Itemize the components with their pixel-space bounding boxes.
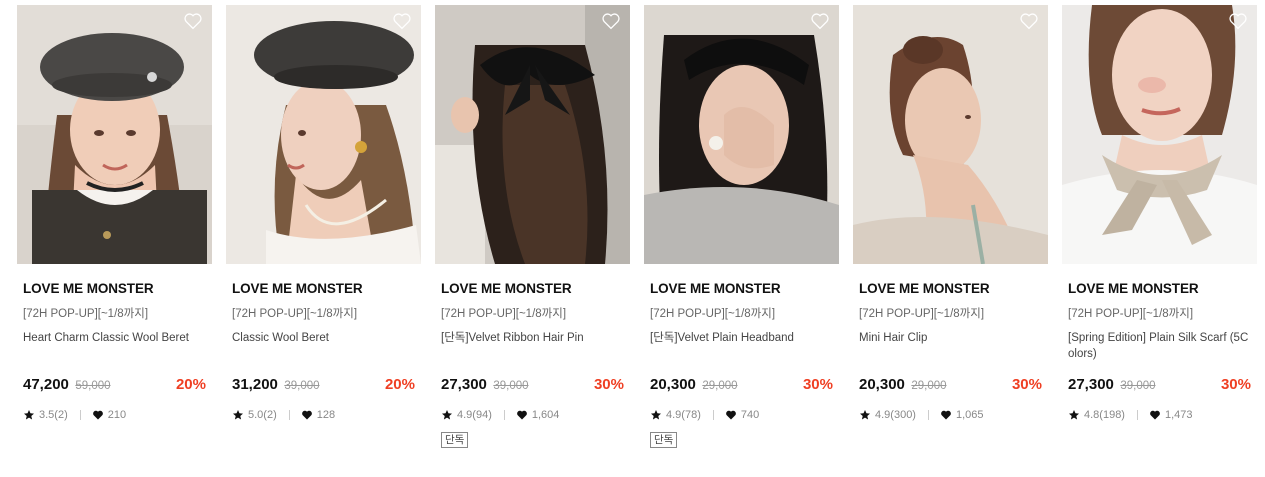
product-card[interactable]: LOVE ME MONSTER [72H POP-UP][~1/8까지] Cla… (226, 5, 421, 477)
discount-rate: 30% (1011, 376, 1042, 393)
review-meta: 4.9(78) 740 (650, 408, 833, 422)
product-image[interactable] (1062, 5, 1257, 264)
product-card[interactable]: LOVE ME MONSTER [72H POP-UP][~1/8까지] [단독… (435, 5, 630, 477)
star-icon (24, 410, 34, 420)
likes-count: 128 (316, 409, 336, 421)
promo-label: [72H POP-UP][~1/8까지] (441, 308, 567, 320)
brand-name[interactable]: LOVE ME MONSTER (650, 281, 833, 297)
promo-label: [72H POP-UP][~1/8까지] (232, 308, 358, 320)
price-row: 20,300 29,000 30% (859, 375, 1042, 395)
original-price: 39,000 (493, 380, 529, 392)
original-price: 29,000 (702, 380, 738, 392)
wishlist-heart-icon[interactable] (1019, 12, 1039, 30)
exclusive-badge: 단독 (650, 432, 678, 448)
star-icon (1069, 410, 1079, 420)
review-meta: 4.9(94) 1,604 (441, 408, 624, 422)
sale-price: 31,200 (232, 376, 278, 393)
brand-name[interactable]: LOVE ME MONSTER (1068, 281, 1251, 297)
discount-rate: 20% (175, 376, 206, 393)
wishlist-heart-icon[interactable] (392, 12, 412, 30)
product-grid: LOVE ME MONSTER [72H POP-UP][~1/8까지] Hea… (0, 0, 1265, 477)
rating-text: 5.0(2) (248, 409, 277, 421)
product-name[interactable]: Classic Wool Beret (232, 330, 415, 362)
divider (712, 410, 714, 420)
wishlist-heart-icon[interactable] (1228, 12, 1248, 30)
price-row: 27,300 39,000 30% (1068, 375, 1251, 395)
product-card[interactable]: LOVE ME MONSTER [72H POP-UP][~1/8까지] Hea… (17, 5, 212, 477)
product-image[interactable] (644, 5, 839, 264)
rating-text: 4.9(300) (875, 409, 916, 421)
star-icon (651, 410, 661, 420)
product-name[interactable]: Mini Hair Clip (859, 330, 1042, 362)
sale-price: 47,200 (23, 376, 69, 393)
brand-name[interactable]: LOVE ME MONSTER (23, 281, 206, 297)
divider (288, 410, 290, 420)
heart-filled-icon (941, 410, 951, 420)
divider (927, 410, 929, 420)
product-card[interactable]: LOVE ME MONSTER [72H POP-UP][~1/8까지] Min… (853, 5, 1048, 477)
product-image[interactable] (853, 5, 1048, 264)
sale-price: 20,300 (859, 376, 905, 393)
product-name[interactable]: [Spring Edition] Plain Silk Scarf (5C ol… (1068, 330, 1251, 362)
product-card[interactable]: LOVE ME MONSTER [72H POP-UP][~1/8까지] [단독… (644, 5, 839, 477)
brand-name[interactable]: LOVE ME MONSTER (859, 281, 1042, 297)
brand-name[interactable]: LOVE ME MONSTER (232, 281, 415, 297)
star-icon (442, 410, 452, 420)
promo-label: [72H POP-UP][~1/8까지] (1068, 308, 1194, 320)
review-meta: 4.8(198) 1,473 (1068, 408, 1251, 422)
discount-rate: 20% (384, 376, 415, 393)
discount-rate: 30% (802, 376, 833, 393)
original-price: 39,000 (1120, 380, 1156, 392)
brand-name[interactable]: LOVE ME MONSTER (441, 281, 624, 297)
price-row: 20,300 29,000 30% (650, 375, 833, 395)
discount-rate: 30% (593, 376, 624, 393)
price-row: 47,200 59,000 20% (23, 375, 206, 395)
heart-filled-icon (1150, 410, 1160, 420)
price-row: 31,200 39,000 20% (232, 375, 415, 395)
product-name[interactable]: Heart Charm Classic Wool Beret (23, 330, 206, 362)
rating-text: 3.5(2) (39, 409, 68, 421)
review-meta: 4.9(300) 1,065 (859, 408, 1042, 422)
exclusive-badge: 단독 (441, 432, 469, 448)
likes-count: 1,473 (1164, 409, 1193, 421)
wishlist-heart-icon[interactable] (601, 12, 621, 30)
original-price: 59,000 (75, 380, 111, 392)
sale-price: 27,300 (441, 376, 487, 393)
review-meta: 5.0(2) 128 (232, 408, 415, 422)
rating-text: 4.8(198) (1084, 409, 1125, 421)
likes-count: 1,065 (955, 409, 984, 421)
heart-filled-icon (516, 410, 527, 420)
discount-rate: 30% (1220, 376, 1251, 393)
sale-price: 27,300 (1068, 376, 1114, 393)
product-name[interactable]: [단독]Velvet Plain Headband (650, 330, 833, 362)
heart-filled-icon (92, 410, 103, 420)
original-price: 29,000 (911, 380, 947, 392)
promo-label: [72H POP-UP][~1/8까지] (650, 308, 776, 320)
review-meta: 3.5(2) 210 (23, 408, 206, 422)
original-price: 39,000 (284, 380, 320, 392)
divider (503, 410, 505, 420)
product-name[interactable]: [단독]Velvet Ribbon Hair Pin (441, 330, 624, 362)
heart-filled-icon (725, 410, 736, 420)
wishlist-heart-icon[interactable] (183, 12, 203, 30)
star-icon (233, 410, 243, 420)
rating-text: 4.9(94) (457, 409, 492, 421)
product-image[interactable] (435, 5, 630, 264)
divider (79, 410, 81, 420)
product-image[interactable] (226, 5, 421, 264)
likes-count: 740 (740, 409, 760, 421)
likes-count: 1,604 (531, 409, 560, 421)
promo-label: [72H POP-UP][~1/8까지] (23, 308, 149, 320)
rating-text: 4.9(78) (666, 409, 701, 421)
heart-filled-icon (301, 410, 312, 420)
likes-count: 210 (107, 409, 127, 421)
product-card[interactable]: LOVE ME MONSTER [72H POP-UP][~1/8까지] [Sp… (1062, 5, 1257, 477)
wishlist-heart-icon[interactable] (810, 12, 830, 30)
promo-label: [72H POP-UP][~1/8까지] (859, 308, 985, 320)
price-row: 27,300 39,000 30% (441, 375, 624, 395)
product-image[interactable] (17, 5, 212, 264)
divider (1136, 410, 1138, 420)
sale-price: 20,300 (650, 376, 696, 393)
star-icon (860, 410, 870, 420)
